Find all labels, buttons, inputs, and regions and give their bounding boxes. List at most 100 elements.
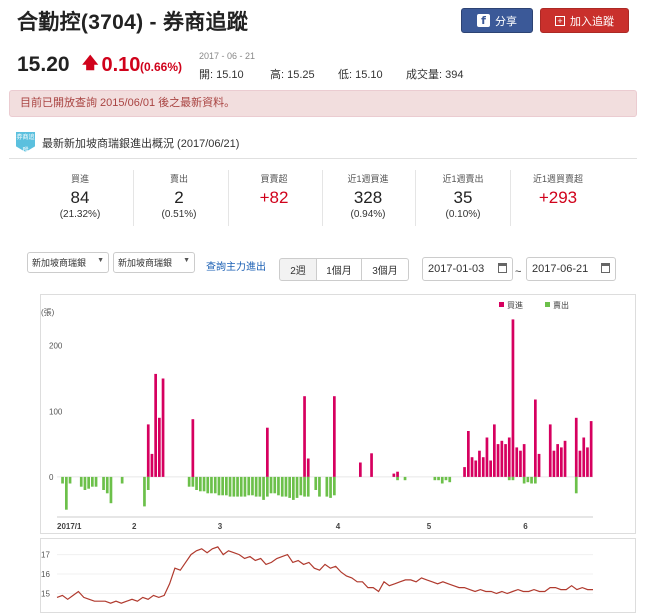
sell-bar — [243, 476, 247, 497]
buy-bar — [359, 462, 362, 477]
broker-select-1[interactable]: 新加坡商瑞銀 ▼ — [27, 252, 109, 273]
buy-bar — [511, 319, 515, 477]
sell-bar — [254, 476, 258, 497]
sell-bar — [288, 476, 291, 498]
buy-bar — [146, 424, 150, 477]
stat-sub: (0.94%) — [350, 209, 386, 220]
legend-sell-label: 賣出 — [553, 300, 569, 310]
sell-bar — [325, 476, 329, 497]
broker-select-2[interactable]: 新加坡商瑞銀 ▼ — [113, 252, 195, 273]
stat-value: 328 — [353, 188, 383, 207]
period-1-month-button[interactable]: 1個月 — [316, 258, 362, 281]
sell-bar — [105, 476, 109, 494]
buy-bar — [556, 444, 559, 477]
buy-bar — [507, 437, 511, 477]
date-from-input[interactable]: 2017-01-03 — [422, 257, 513, 281]
stat-net: 買賣超 +82 — [229, 172, 319, 226]
buy-bar — [548, 424, 552, 477]
buy-bar — [519, 450, 522, 477]
buy-bar — [191, 419, 195, 477]
buy-bar — [489, 460, 492, 477]
sell-bar — [299, 476, 303, 496]
chevron-down-icon: ▼ — [97, 257, 104, 264]
stat-label: 賣出 — [169, 174, 188, 184]
date-to-input[interactable]: 2017-06-21 — [526, 257, 616, 281]
sell-bar — [79, 476, 83, 487]
x-tick-label: 2 — [132, 522, 137, 531]
y-tick-label: 200 — [49, 342, 63, 351]
buy-bar — [537, 453, 541, 477]
buy-bar — [504, 444, 507, 477]
sell-bar — [448, 476, 452, 483]
sell-bar — [292, 476, 295, 500]
sell-bar — [314, 476, 318, 490]
sell-bar — [191, 476, 195, 487]
sell-bar — [239, 476, 243, 497]
price-change-value: 0.10 — [101, 54, 141, 76]
buy-bar — [563, 440, 567, 477]
buy-bar — [478, 450, 481, 477]
divider — [415, 170, 416, 226]
legend-sell-swatch — [545, 302, 550, 307]
stat-week-net: 近1週買賣超 +293 — [513, 172, 603, 226]
buy-bar — [578, 450, 582, 477]
sell-bar — [258, 476, 262, 497]
date-to-value: 2017-06-21 — [532, 263, 589, 275]
sell-bar — [522, 476, 526, 484]
sell-bar — [440, 476, 444, 484]
sell-bar — [284, 476, 288, 497]
stat-sub: (21.32%) — [59, 209, 101, 220]
sell-bar — [318, 476, 321, 497]
sell-bar — [187, 476, 191, 487]
add-tracking-label: 加入追蹤 — [570, 15, 614, 28]
stat-value: 35 — [453, 188, 473, 207]
open-price: 開: 15.10 — [199, 69, 244, 81]
y-tick-label: 15 — [41, 589, 50, 598]
query-main-force-link[interactable]: 查詢主力進出 — [206, 258, 266, 273]
plus-icon: + — [555, 15, 565, 26]
stat-sub: (0.10%) — [445, 209, 481, 220]
sell-bar — [228, 476, 232, 497]
stat-week-buy: 近1週買進 328 (0.94%) — [323, 172, 413, 226]
date-separator: ~ — [515, 266, 522, 278]
high-price: 高: 15.25 — [270, 69, 315, 81]
price-change-percent: (0.66%) — [140, 60, 183, 74]
sell-bar — [87, 476, 90, 489]
sell-bar — [210, 476, 213, 494]
sell-bar — [329, 476, 332, 498]
price-mini-chart: 15 16 17 — [40, 538, 636, 613]
buy-bar — [396, 471, 399, 477]
sell-bar — [206, 476, 210, 494]
buy-bar — [154, 373, 157, 477]
stat-week-sell: 近1週賣出 35 (0.10%) — [418, 172, 508, 226]
divider — [9, 158, 637, 159]
sell-bar — [277, 476, 280, 496]
sell-bar — [530, 476, 533, 484]
sell-bar — [61, 476, 64, 484]
buy-bar — [467, 431, 470, 477]
broker-select-2-value: 新加坡商瑞銀 — [118, 258, 173, 268]
buy-bar — [474, 460, 478, 477]
y-tick-label: 17 — [41, 551, 50, 560]
stat-label: 近1週買賣超 — [532, 174, 583, 184]
period-3-months-button[interactable]: 3個月 — [361, 258, 409, 281]
sell-bar — [213, 476, 217, 494]
broker-volume-chart: (張) 0 100 200 2017/1 2 3 4 5 6 買進 賣出 — [40, 294, 636, 534]
x-tick-label: 2017/1 — [57, 522, 82, 531]
stat-buy: 買進 84 (21.32%) — [35, 172, 125, 226]
sell-bar — [396, 476, 399, 481]
buy-bar — [552, 450, 556, 477]
sell-bar — [68, 476, 72, 484]
sell-bar — [91, 476, 94, 487]
share-button[interactable]: f 分享 — [461, 8, 533, 33]
legend-buy-label: 買進 — [507, 301, 523, 310]
stat-sub: (0.51%) — [161, 209, 197, 220]
notice-banner: 目前已開放查詢 2015/06/01 後之最新資料。 — [9, 90, 637, 117]
quote-date: 2017 - 06 - 21 — [199, 51, 256, 61]
sell-bar — [433, 476, 437, 481]
add-tracking-button[interactable]: + 加入追蹤 — [540, 8, 629, 33]
x-tick-label: 4 — [336, 522, 341, 531]
period-2-weeks-button[interactable]: 2週 — [279, 258, 317, 281]
broker-tracking-icon: 券商追蹤 — [16, 132, 35, 152]
stat-label: 買進 — [70, 174, 89, 184]
